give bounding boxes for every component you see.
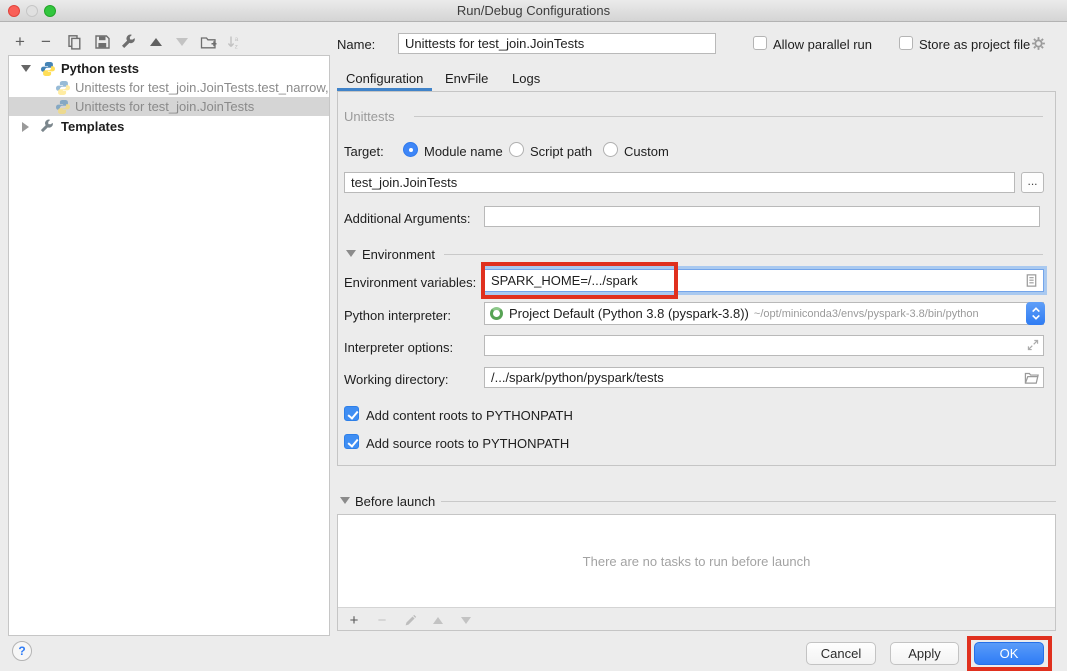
unittests-group-label: Unittests <box>344 109 395 124</box>
expand-arrow-icon[interactable] <box>21 65 31 72</box>
python-test-icon <box>55 99 71 115</box>
collapse-arrow-icon[interactable] <box>22 122 29 132</box>
remove-task-icon: − <box>374 612 390 628</box>
additional-arguments-input[interactable] <box>484 206 1040 227</box>
add-task-icon[interactable]: + <box>346 612 362 628</box>
add-source-roots-checkbox[interactable] <box>344 434 359 449</box>
add-source-roots-label: Add source roots to PYTHONPATH <box>366 436 569 451</box>
python-interpreter-path: ~/opt/miniconda3/envs/pyspark-3.8/bin/py… <box>754 308 979 320</box>
radio-module-name[interactable] <box>403 142 418 157</box>
radio-module-name-label[interactable]: Module name <box>424 144 503 159</box>
radio-script-path-label[interactable]: Script path <box>530 144 592 159</box>
svg-text:z: z <box>235 44 238 50</box>
environment-section-arrow-icon[interactable] <box>346 250 356 257</box>
apply-button[interactable]: Apply <box>890 642 959 665</box>
working-directory-label: Working directory: <box>344 372 449 387</box>
interpreter-options-label: Interpreter options: <box>344 340 453 355</box>
add-content-roots-checkbox[interactable] <box>344 406 359 421</box>
store-as-project-file-checkbox[interactable] <box>899 36 913 50</box>
allow-parallel-run-checkbox[interactable] <box>753 36 767 50</box>
conda-environment-icon <box>490 307 503 320</box>
python-tests-icon <box>40 61 56 77</box>
move-task-down-icon <box>458 612 474 628</box>
section-divider <box>441 501 1056 502</box>
tree-item-label: Unittests for test_join.JoinTests <box>75 99 254 114</box>
python-interpreter-value: Project Default (Python 3.8 (pyspark-3.8… <box>509 306 749 321</box>
remove-configuration-icon[interactable]: − <box>36 32 56 52</box>
tree-item-label: Python tests <box>61 61 139 76</box>
environment-section-label: Environment <box>362 247 435 262</box>
add-configuration-icon[interactable]: + <box>10 32 30 52</box>
group-divider <box>414 116 1043 117</box>
templates-wrench-icon <box>39 119 55 135</box>
section-divider <box>444 254 1043 255</box>
tree-item-templates[interactable]: Templates <box>9 117 329 136</box>
add-content-roots-label: Add content roots to PYTHONPATH <box>366 408 573 423</box>
tab-configuration[interactable]: Configuration <box>346 71 423 89</box>
python-test-icon <box>55 80 71 96</box>
move-down-icon <box>172 32 192 52</box>
tree-item-unittest-jointests[interactable]: Unittests for test_join.JoinTests <box>9 97 329 116</box>
before-launch-tasks-panel: There are no tasks to run before launch … <box>337 514 1056 631</box>
title-bar: Run/Debug Configurations <box>0 0 1067 22</box>
before-launch-toolbar: + − <box>338 609 1055 631</box>
tab-envfile[interactable]: EnvFile <box>445 71 488 89</box>
name-input[interactable] <box>398 33 716 54</box>
store-as-project-file-label: Store as project file <box>919 37 1030 52</box>
additional-arguments-label: Additional Arguments: <box>344 211 470 226</box>
name-label: Name: <box>337 37 375 52</box>
save-configuration-icon[interactable] <box>92 32 112 52</box>
tree-item-python-tests[interactable]: Python tests <box>9 59 329 78</box>
target-label: Target: <box>344 144 384 159</box>
tree-item-label: Templates <box>61 119 124 134</box>
window-title: Run/Debug Configurations <box>0 0 1067 21</box>
tab-logs[interactable]: Logs <box>512 71 540 89</box>
copy-configuration-icon[interactable] <box>64 32 84 52</box>
environment-variables-label: Environment variables: <box>344 275 476 290</box>
zoom-window-button[interactable] <box>44 5 56 17</box>
new-folder-icon[interactable] <box>198 32 218 52</box>
interpreter-dropdown-stepper[interactable] <box>1026 302 1045 325</box>
minimize-window-button <box>26 5 38 17</box>
environment-variables-input[interactable] <box>484 269 1044 292</box>
interpreter-options-input[interactable] <box>484 335 1044 356</box>
python-interpreter-select[interactable]: Project Default (Python 3.8 (pyspark-3.8… <box>484 302 1044 325</box>
svg-text:a: a <box>235 36 239 43</box>
configurations-tree: Python tests Unittests for test_join.Joi… <box>8 55 330 636</box>
tree-item-unittest-narrow[interactable]: Unittests for test_join.JoinTests.test_n… <box>9 78 329 97</box>
move-task-up-icon <box>430 612 446 628</box>
before-launch-section-arrow-icon[interactable] <box>340 497 350 504</box>
sort-alphabetically-icon: az <box>224 32 244 52</box>
working-directory-input[interactable] <box>484 367 1044 388</box>
before-launch-section-label: Before launch <box>355 494 435 509</box>
target-input[interactable] <box>344 172 1015 193</box>
browse-folder-icon[interactable] <box>1024 370 1040 385</box>
ok-button[interactable]: OK <box>974 642 1044 665</box>
expand-field-icon[interactable] <box>1026 338 1040 352</box>
gear-icon[interactable] <box>1030 35 1047 52</box>
radio-script-path[interactable] <box>509 142 524 157</box>
radio-custom[interactable] <box>603 142 618 157</box>
radio-custom-label[interactable]: Custom <box>624 144 669 159</box>
edit-templates-icon[interactable] <box>118 32 138 52</box>
browse-target-button[interactable]: ... <box>1021 172 1044 193</box>
move-up-icon[interactable] <box>146 32 166 52</box>
edit-task-icon <box>402 612 418 628</box>
cancel-button[interactable]: Cancel <box>806 642 876 665</box>
tasks-empty-area: There are no tasks to run before launch <box>338 515 1055 608</box>
edit-variables-icon[interactable] <box>1024 273 1039 288</box>
allow-parallel-run-label: Allow parallel run <box>773 37 872 52</box>
python-interpreter-label: Python interpreter: <box>344 308 451 323</box>
close-window-button[interactable] <box>8 5 20 17</box>
tree-item-label: Unittests for test_join.JoinTests.test_n… <box>75 80 329 95</box>
help-button[interactable]: ? <box>12 641 32 661</box>
no-tasks-message: There are no tasks to run before launch <box>583 554 811 569</box>
